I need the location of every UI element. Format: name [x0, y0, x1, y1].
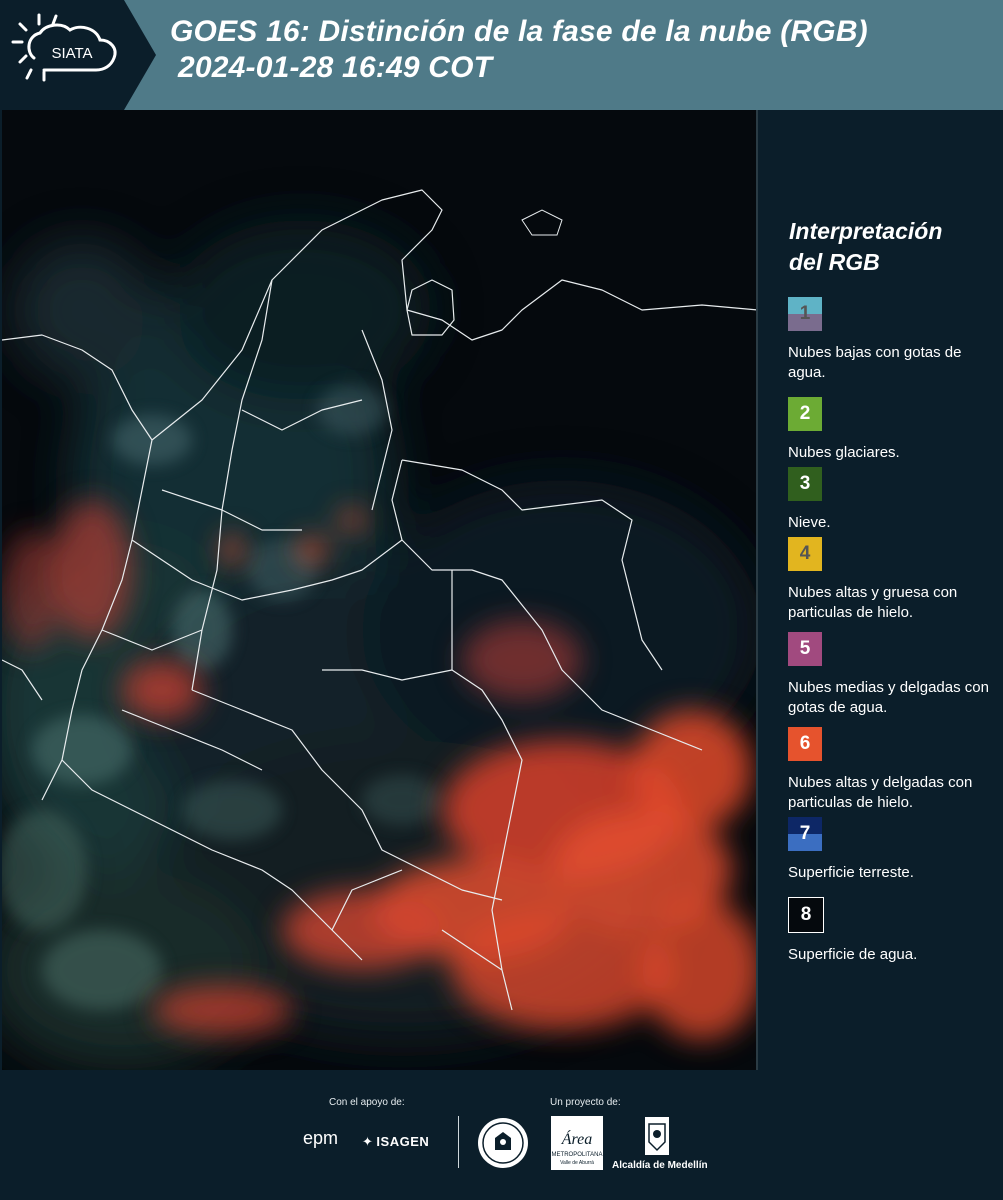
legend-panel: Interpretación del RGB 1 Nubes bajas con …: [760, 110, 1003, 1070]
legend-item-4: 4 Nubes altas y gruesa con particulas de …: [788, 537, 1003, 623]
footer-divider: [458, 1116, 459, 1168]
area-metropolitana-logo: Área METROPOLITANA Valle de Aburrá: [551, 1116, 603, 1170]
university-seal: [478, 1118, 528, 1168]
alcaldia-emblem: [645, 1117, 669, 1155]
legend-item-7: 7 Superficie terreste.: [788, 817, 1003, 883]
legend-number: 2: [799, 403, 811, 424]
legend-label: Superficie de agua.: [788, 946, 918, 963]
satellite-rgb-map: [0, 110, 762, 1070]
legend-item-1: 1 Nubes bajas con gotas de agua.: [788, 297, 1003, 383]
legend-swatch: 4: [788, 537, 822, 571]
isagen-logo: ✦ ISAGEN: [362, 1134, 429, 1150]
legend-number: 4: [799, 543, 811, 564]
legend-item-3: 3 Nieve.: [788, 467, 1003, 533]
support-label: Con el apoyo de:: [329, 1097, 405, 1108]
legend-swatch: 7: [788, 817, 822, 851]
legend-number: 8: [800, 904, 812, 925]
legend-label: Nubes altas y delgadas con particulas de…: [788, 774, 973, 811]
footer: Con el apoyo de: Un proyecto de: epm ✦ IS…: [0, 1070, 1003, 1200]
legend-item-8: 8 Superficie de agua.: [788, 897, 1003, 965]
project-label: Un proyecto de:: [550, 1097, 621, 1108]
legend-number: 5: [799, 638, 811, 659]
isagen-icon: ✦: [362, 1134, 374, 1149]
legend-swatch: 5: [788, 632, 822, 666]
area-logo-text: Área: [561, 1129, 593, 1148]
legend-swatch: 8: [788, 897, 824, 933]
legend-swatch: 6: [788, 727, 822, 761]
legend-number: 3: [799, 473, 811, 494]
legend-item-2: 2 Nubes glaciares.: [788, 397, 1003, 463]
legend-number: 1: [799, 303, 811, 324]
isagen-logo-text: ISAGEN: [376, 1134, 430, 1149]
legend-label: Nubes bajas con gotas de agua.: [788, 344, 962, 381]
header-bar: SIATA GOES 16: Distinción de la fase de …: [0, 0, 1003, 110]
legend-label: Nubes glaciares.: [788, 444, 900, 461]
legend-title-line-2: del RGB: [789, 249, 880, 275]
title-line-2: 2024-01-28 16:49 COT: [178, 51, 493, 84]
legend-label: Superficie terreste.: [788, 864, 914, 881]
title-line-1: GOES 16: Distinción de la fase de la nub…: [170, 15, 868, 48]
legend-label: Nieve.: [788, 514, 831, 531]
siata-logo-text: SIATA: [51, 45, 92, 62]
epm-logo: epm: [303, 1128, 338, 1149]
legend-number: 7: [799, 823, 811, 844]
legend-title-line-1: Interpretación: [789, 218, 943, 244]
page-title: GOES 16: Distinción de la fase de la nub…: [170, 14, 868, 86]
area-caption-2: Valle de Aburrá: [560, 1160, 594, 1166]
legend-item-6: 6 Nubes altas y delgadas con particulas d…: [788, 727, 1003, 813]
epm-logo-text: epm: [303, 1128, 339, 1148]
legend-label: Nubes altas y gruesa con particulas de h…: [788, 584, 958, 621]
area-caption-1: METROPOLITANA: [552, 1152, 603, 1158]
map-canvas: [0, 110, 762, 1070]
legend-title: Interpretación del RGB: [789, 216, 942, 278]
legend-item-5: 5 Nubes medias y delgadas con gotas de ag…: [788, 632, 1003, 718]
siata-logo: SIATA: [0, 0, 156, 110]
legend-swatch: 1: [788, 297, 822, 331]
legend-number: 6: [799, 733, 811, 754]
legend-swatch: 3: [788, 467, 822, 501]
legend-label: Nubes medias y delgadas con gotas de agu…: [788, 679, 989, 716]
legend-swatch: 2: [788, 397, 822, 431]
alcaldia-label: Alcaldía de Medellín: [612, 1160, 708, 1171]
